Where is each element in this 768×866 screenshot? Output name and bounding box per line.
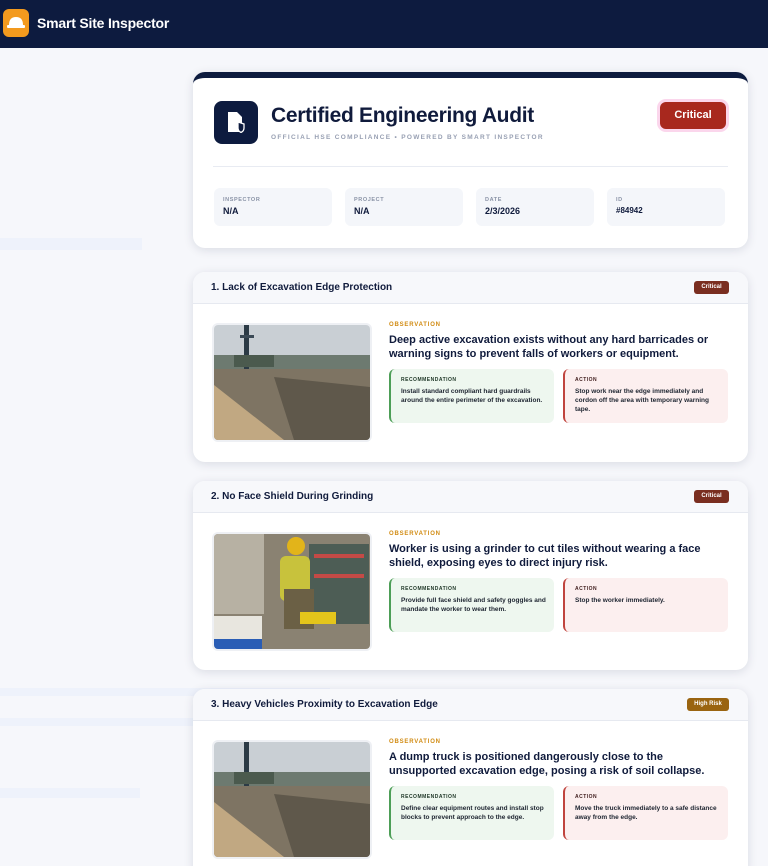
recommendation-label: RECOMMENDATION [401, 794, 457, 800]
observation-text: Deep active excavation exists without an… [389, 334, 709, 360]
site-photo[interactable] [212, 532, 372, 651]
severity-badge: High Risk [687, 698, 729, 711]
recommendation-label: RECOMMENDATION [401, 377, 457, 383]
shield-document-icon [214, 101, 258, 144]
issue-card: 1. Lack of Excavation Edge Protection Cr… [193, 272, 748, 462]
meta-label: ID [616, 197, 623, 203]
background-decoration [0, 238, 142, 250]
report-header-card: Certified Engineering Audit OFFICIAL HSE… [193, 72, 748, 248]
observation-label: OBSERVATION [389, 739, 441, 745]
recommendation-box: RECOMMENDATION Provide full face shield … [389, 578, 554, 632]
recommendation-box: RECOMMENDATION Install standard complian… [389, 369, 554, 423]
app-name[interactable]: Smart Site Inspector [37, 15, 169, 31]
background-decoration [0, 788, 140, 798]
action-box: ACTION Move the truck immediately to a s… [563, 786, 728, 840]
meta-project: PROJECT N/A [345, 188, 463, 226]
issue-header: 1. Lack of Excavation Edge Protection Cr… [193, 272, 748, 304]
report-subtitle: OFFICIAL HSE COMPLIANCE • POWERED BY SMA… [271, 134, 544, 141]
report-title: Certified Engineering Audit [271, 104, 534, 127]
meta-label: PROJECT [354, 197, 385, 203]
recommendation-text: Install standard compliant hard guardrai… [401, 388, 543, 404]
observation-text: Worker is using a grinder to cut tiles w… [389, 543, 701, 569]
issue-card: 2. No Face Shield During Grinding Critic… [193, 481, 748, 670]
observation-label: OBSERVATION [389, 531, 441, 537]
severity-badge: Critical [694, 281, 729, 294]
divider [213, 166, 728, 167]
action-label: ACTION [575, 377, 598, 383]
meta-id: ID #84942 [607, 188, 725, 226]
recommendation-box: RECOMMENDATION Define clear equipment ro… [389, 786, 554, 840]
action-text: Stop work near the edge immediately and … [575, 388, 709, 413]
hard-hat-icon[interactable] [3, 9, 29, 37]
meta-label: DATE [485, 197, 502, 203]
severity-badge: Critical [694, 490, 729, 503]
meta-label: INSPECTOR [223, 197, 261, 203]
top-bar: Smart Site Inspector [0, 0, 768, 48]
action-box: ACTION Stop the worker immediately. [563, 578, 728, 632]
meta-value: N/A [223, 206, 239, 216]
recommendation-text: Provide full face shield and safety gogg… [401, 597, 546, 613]
issue-header: 3. Heavy Vehicles Proximity to Excavatio… [193, 689, 748, 721]
meta-value: #84942 [616, 206, 643, 215]
site-photo[interactable] [212, 323, 372, 442]
action-text: Move the truck immediately to a safe dis… [575, 805, 717, 821]
issue-title: 2. No Face Shield During Grinding [211, 491, 374, 502]
recommendation-text: Define clear equipment routes and instal… [401, 805, 544, 821]
action-box: ACTION Stop work near the edge immediate… [563, 369, 728, 423]
observation-text: A dump truck is positioned dangerously c… [389, 751, 705, 777]
issue-card: 3. Heavy Vehicles Proximity to Excavatio… [193, 689, 748, 866]
site-photo[interactable] [212, 740, 372, 859]
issue-header: 2. No Face Shield During Grinding Critic… [193, 481, 748, 513]
observation-label: OBSERVATION [389, 322, 441, 328]
meta-value: 2/3/2026 [485, 206, 521, 216]
issue-title: 1. Lack of Excavation Edge Protection [211, 282, 393, 293]
recommendation-label: RECOMMENDATION [401, 586, 457, 592]
meta-value: N/A [354, 206, 370, 216]
issue-title: 3. Heavy Vehicles Proximity to Excavatio… [211, 699, 438, 710]
severity-button[interactable]: Critical [660, 102, 726, 129]
action-text: Stop the worker immediately. [575, 597, 665, 604]
meta-inspector: INSPECTOR N/A [214, 188, 332, 226]
meta-date: DATE 2/3/2026 [476, 188, 594, 226]
action-label: ACTION [575, 586, 598, 592]
action-label: ACTION [575, 794, 598, 800]
